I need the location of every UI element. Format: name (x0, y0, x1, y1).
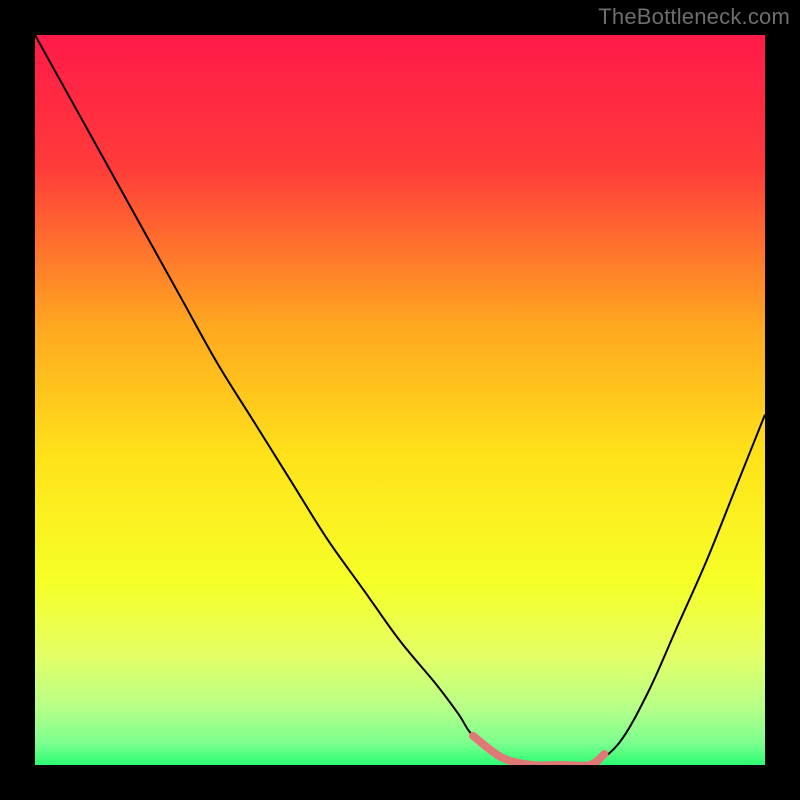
chart-frame: TheBottleneck.com (0, 0, 800, 800)
chart-svg (35, 35, 765, 765)
chart-plot-area (35, 35, 765, 765)
chart-background-gradient (35, 35, 765, 765)
watermark-text: TheBottleneck.com (598, 4, 790, 30)
